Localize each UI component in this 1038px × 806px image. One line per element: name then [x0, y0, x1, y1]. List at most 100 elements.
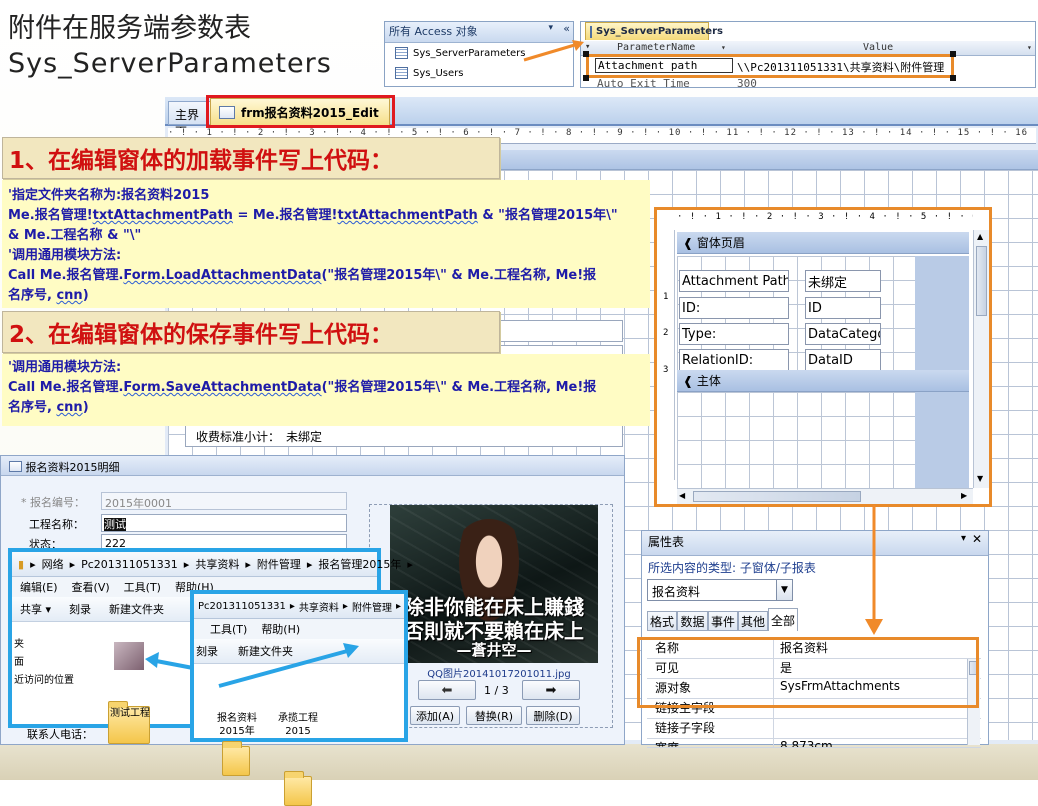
- band-label: 窗体页眉: [696, 236, 745, 250]
- property-value[interactable]: 8.873cm: [774, 739, 833, 747]
- field-control[interactable]: 未绑定: [805, 270, 881, 292]
- scroll-down-icon[interactable]: ▼: [977, 474, 983, 483]
- field-control[interactable]: ID: [805, 297, 881, 319]
- code-line: Call Me.报名管理.Form.LoadAttachmentData("报名…: [8, 266, 644, 286]
- sidebar-item[interactable]: 面: [14, 654, 74, 672]
- combo-value: 报名资料: [652, 585, 701, 599]
- column-header[interactable]: ParameterName: [617, 42, 695, 53]
- tab-data[interactable]: 数据: [677, 611, 708, 631]
- table-cell[interactable]: Auto Exit Time: [597, 77, 690, 89]
- close-icon[interactable]: ✕: [972, 532, 982, 546]
- band-label: 主体: [696, 374, 721, 388]
- highlight-attachment-row: [586, 54, 954, 78]
- field-label[interactable]: Attachment Path:: [679, 270, 789, 292]
- field-label[interactable]: Type:: [679, 323, 789, 345]
- callout-1-title: 1、在编辑窗体的加载事件写上代码：: [2, 137, 500, 179]
- share-button[interactable]: 共享 ▾: [20, 601, 51, 617]
- property-sheet-header: 属性表 ▾ ✕: [642, 531, 988, 556]
- subform-header-band[interactable]: ❰ 窗体页眉: [677, 232, 969, 254]
- breadcrumb-item[interactable]: 附件管理: [352, 599, 392, 614]
- tab-event[interactable]: 事件: [708, 611, 738, 631]
- property-value[interactable]: [774, 719, 780, 738]
- subform-detail-band[interactable]: ❰ 主体: [677, 370, 969, 392]
- breadcrumb-item[interactable]: Pc201311051331: [198, 601, 286, 612]
- breadcrumb-item[interactable]: 共享资料: [195, 556, 239, 572]
- address-bar[interactable]: Pc201311051331 ▸ 共享资料 ▸ 附件管理 ▸: [194, 594, 404, 619]
- project-name-field[interactable]: 测试: [101, 514, 347, 532]
- tab-all[interactable]: 全部: [768, 608, 798, 631]
- sidebar-item[interactable]: 夹: [14, 636, 74, 654]
- subform-ruler: · ! · 1 · ! · 2 · ! · 3 · ! · 4 · ! · 5 …: [677, 212, 973, 222]
- breadcrumb-item[interactable]: 报名管理2015年: [318, 556, 401, 572]
- code-line: '指定文件夹名称为:报名资料2015: [8, 188, 210, 203]
- field-control[interactable]: DataID: [805, 349, 881, 371]
- scroll-thumb[interactable]: [976, 246, 987, 316]
- table-cell[interactable]: 300: [737, 77, 757, 89]
- chevron-down-icon[interactable]: ▼: [776, 580, 792, 600]
- property-row[interactable]: 链接子字段: [647, 719, 981, 739]
- tab-other[interactable]: 其他: [738, 611, 768, 631]
- property-name: 宽度: [647, 739, 774, 747]
- scroll-thumb[interactable]: [693, 491, 861, 502]
- dropdown-arrow-icon[interactable]: ▾: [961, 533, 966, 544]
- dropdown-arrow-icon[interactable]: ▾: [548, 23, 553, 33]
- next-attachment-button[interactable]: ➡: [522, 680, 580, 700]
- scroll-up-icon[interactable]: ▲: [977, 232, 983, 241]
- nav-item-sys-users[interactable]: Sys_Users: [385, 63, 573, 83]
- table-row[interactable]: Auto Exit Time 300: [581, 77, 1035, 89]
- breadcrumb-item[interactable]: 附件管理: [257, 556, 301, 572]
- object-combo[interactable]: 报名资料 ▼: [647, 579, 793, 601]
- folder-icon[interactable]: [284, 771, 312, 806]
- scroll-right-icon[interactable]: ▶: [961, 491, 967, 500]
- ruler-tick-label: 1: [663, 292, 669, 302]
- tab-format[interactable]: 格式: [647, 611, 677, 631]
- menu-item[interactable]: 查看(V): [72, 579, 110, 595]
- menu-item[interactable]: 工具(T): [210, 621, 247, 637]
- registration-number-field[interactable]: 2015年0001: [101, 492, 347, 510]
- menu-item[interactable]: 编辑(E): [20, 579, 58, 595]
- field-label[interactable]: RelationID:: [679, 349, 789, 371]
- fee-value[interactable]: 未绑定: [280, 428, 322, 445]
- chevron-right-icon: ▸: [407, 557, 413, 571]
- column-dropdown-icon[interactable]: ▾: [721, 43, 726, 52]
- scroll-left-icon[interactable]: ◀: [679, 491, 685, 500]
- add-attachment-button[interactable]: 添加(A): [410, 706, 460, 725]
- attachment-image[interactable]: 除非你能在床上賺錢 否則就不要賴在床上 —蒼井空—: [390, 505, 598, 663]
- folder-icon: ▮: [18, 557, 25, 571]
- subform-vertical-scrollbar[interactable]: ▲ ▼: [973, 230, 989, 488]
- folder-icon[interactable]: [222, 741, 250, 776]
- column-dropdown-icon[interactable]: ▾: [1027, 43, 1032, 52]
- chevron-right-icon: ▸: [245, 557, 251, 571]
- field-label: 工程名称：: [29, 518, 84, 531]
- sidebar-item[interactable]: 近访问的位置: [14, 672, 74, 690]
- menu-bar: 工具(T) 帮助(H): [194, 619, 404, 639]
- replace-attachment-button[interactable]: 替换(R): [466, 706, 522, 725]
- menu-item[interactable]: 帮助(H): [261, 621, 300, 637]
- fee-field-row[interactable]: 收费标准小计： 未绑定: [185, 425, 623, 447]
- field-control[interactable]: DataCatego: [805, 323, 881, 345]
- delete-attachment-button[interactable]: 删除(D): [526, 706, 580, 725]
- collapse-arrow-icon: ❰: [683, 235, 694, 250]
- breadcrumb-item[interactable]: 网络: [42, 556, 64, 572]
- breadcrumb-item[interactable]: Pc201311051331: [81, 558, 178, 571]
- breadcrumb-item[interactable]: 共享资料: [299, 599, 339, 614]
- subform-horizontal-scrollbar[interactable]: ◀ ▶: [677, 488, 973, 504]
- subform-design-panel[interactable]: · ! · 1 · ! · 2 · ! · 3 · ! · 4 · ! · 5 …: [654, 207, 992, 507]
- prev-attachment-button[interactable]: ⬅: [418, 680, 476, 700]
- code-text: Call Me.报名管理.: [8, 268, 124, 283]
- folder-label[interactable]: 测试工程: [110, 704, 150, 719]
- ruler-tick-label: 3: [663, 365, 669, 375]
- column-header[interactable]: Value: [863, 42, 893, 53]
- property-sheet-title: 属性表: [648, 535, 685, 549]
- address-bar[interactable]: ▮ ▸ 网络 ▸ Pc201311051331 ▸ 共享资料 ▸ 附件管理 ▸ 报名管理…: [12, 552, 413, 577]
- field-label: * 报名编号：: [21, 496, 85, 509]
- menu-item[interactable]: 工具(T): [124, 579, 161, 595]
- folder-preview-thumbnail: [114, 642, 144, 670]
- field-label[interactable]: ID:: [679, 297, 789, 319]
- tab-sys-serverparameters[interactable]: Sys_ServerParameters: [585, 22, 723, 40]
- property-row[interactable]: 宽度 8.873cm: [647, 739, 981, 748]
- new-folder-button[interactable]: 新建文件夹: [109, 601, 164, 617]
- code-line: Me.报名管理!txtAttachmentPath = Me.报名管理!txtA…: [8, 206, 644, 226]
- collapse-icon[interactable]: «: [563, 22, 570, 35]
- burn-button[interactable]: 刻录: [69, 601, 91, 617]
